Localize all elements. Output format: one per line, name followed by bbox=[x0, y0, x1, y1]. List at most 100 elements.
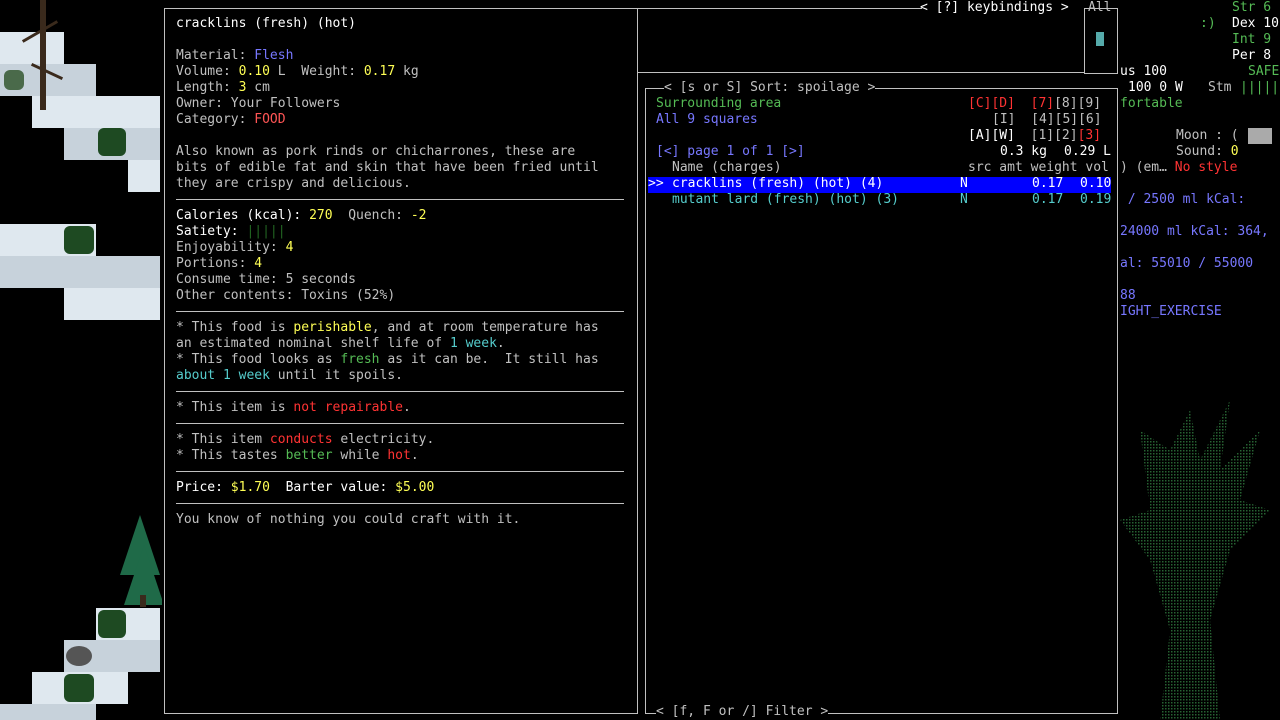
divider bbox=[176, 311, 624, 312]
item-row-volume: 0.10 bbox=[1080, 176, 1112, 191]
length-unit: cm bbox=[246, 80, 270, 95]
top-border bbox=[638, 8, 922, 9]
pine-trunk bbox=[140, 595, 146, 607]
barter-label: Barter value: bbox=[269, 480, 396, 495]
moon-label: Moon : ( bbox=[1176, 128, 1239, 143]
barter-value: $5.00 bbox=[395, 480, 435, 495]
style-value: No style bbox=[1174, 160, 1238, 175]
grid-cd[interactable]: [C][D] bbox=[968, 96, 1015, 111]
shrub bbox=[98, 610, 126, 638]
freshness-line: * This food looks as fresh as it can be.… bbox=[176, 352, 599, 368]
divider bbox=[176, 391, 624, 392]
status-line: us 100 bbox=[1120, 64, 1167, 79]
text: while bbox=[332, 448, 388, 463]
text: , and at room temperature has bbox=[371, 320, 599, 335]
divider bbox=[176, 471, 624, 472]
all-squares-label[interactable]: All 9 squares bbox=[656, 112, 758, 128]
stat-int: Int 9 bbox=[1232, 32, 1272, 47]
conducts-word: conducts bbox=[269, 432, 333, 447]
sound-label: Sound: bbox=[1176, 144, 1231, 159]
other-contents-line: Other contents: Toxins (52%) bbox=[176, 288, 396, 303]
satiety-label: Satiety: bbox=[176, 224, 247, 239]
length-label: Length: bbox=[176, 80, 239, 95]
divider bbox=[176, 503, 624, 504]
grid-aw[interactable]: [A][W] bbox=[968, 128, 1015, 143]
grid-12[interactable]: [1][2] bbox=[1031, 128, 1078, 143]
hot-word: hot bbox=[387, 448, 411, 463]
weight-value: 0.17 bbox=[363, 64, 396, 79]
length-line: Length: 3 cm bbox=[176, 80, 270, 96]
column-header-name: Name (charges) bbox=[672, 160, 782, 175]
snow-tile bbox=[32, 96, 160, 128]
spoil-time: about 1 week bbox=[176, 368, 270, 383]
snow-tile bbox=[64, 288, 160, 320]
grid-456[interactable]: [4][5][6] bbox=[1031, 112, 1101, 127]
shrub bbox=[98, 128, 126, 156]
text: * This tastes bbox=[176, 448, 286, 463]
filter-button[interactable]: < [f, F or /] Filter > bbox=[656, 704, 829, 720]
shrub bbox=[64, 674, 94, 702]
keybindings-button[interactable]: < [?] keybindings > bbox=[920, 0, 1069, 16]
page-indicator[interactable]: [<] page 1 of 1 [>] bbox=[656, 144, 805, 160]
item-row-volume: 0.19 bbox=[1080, 192, 1112, 207]
repair-line: * This item is not repairable. bbox=[176, 400, 411, 416]
consume-line: Consume time: 5 seconds bbox=[176, 272, 357, 287]
calories-label: Calories (kcal): bbox=[176, 208, 310, 223]
item-row-src: N bbox=[960, 176, 968, 191]
text: . bbox=[402, 400, 411, 415]
snow-tile bbox=[0, 704, 96, 720]
portions-line: Portions: 4 bbox=[176, 256, 262, 272]
text: * This item is bbox=[176, 400, 294, 415]
game-map[interactable] bbox=[0, 0, 162, 720]
category-label: Category: bbox=[176, 112, 255, 127]
shrub bbox=[64, 226, 94, 254]
hand-art-icon bbox=[1120, 400, 1270, 720]
direction-grid-row1[interactable]: [C][D] [7][8][9] bbox=[968, 96, 1101, 112]
satiety-bar: ||||| bbox=[246, 224, 286, 239]
shrub bbox=[4, 70, 24, 90]
sort-button[interactable]: < [s or S] Sort: spoilage > bbox=[664, 80, 876, 96]
sound-value: 0 bbox=[1230, 144, 1239, 159]
scroll-thumb[interactable] bbox=[1096, 32, 1104, 46]
volume-unit: L Weight: bbox=[269, 64, 364, 79]
enjoy-label: Enjoyability: bbox=[176, 240, 286, 255]
description-line: they are crispy and delicious. bbox=[176, 176, 411, 191]
grid-3[interactable]: [3] bbox=[1078, 128, 1101, 143]
text: an estimated nominal shelf life of bbox=[176, 336, 450, 351]
divider bbox=[176, 423, 624, 424]
not-repairable: not repairable bbox=[293, 400, 403, 415]
surrounding-area-label[interactable]: Surrounding area bbox=[656, 96, 781, 112]
shelf-life-line: an estimated nominal shelf life of 1 wee… bbox=[176, 336, 505, 352]
item-row-weight: 0.17 bbox=[1032, 192, 1064, 207]
snow-tile bbox=[128, 160, 160, 192]
grid-i[interactable]: [I] bbox=[992, 112, 1015, 127]
grid-89[interactable]: [8][9] bbox=[1054, 96, 1101, 111]
stamina-label: Stm bbox=[1208, 80, 1232, 95]
price-value: $1.70 bbox=[230, 480, 270, 495]
style-line: ) (em… No style bbox=[1120, 160, 1237, 176]
direction-grid-row2[interactable]: [I] [4][5][6] bbox=[992, 112, 1102, 128]
row-marker: >> bbox=[648, 176, 664, 191]
spoil-line: about 1 week until it spoils. bbox=[176, 368, 403, 384]
price-label: Price: bbox=[176, 480, 231, 495]
portions-label: Portions: bbox=[176, 256, 255, 271]
text: until it spoils. bbox=[269, 368, 403, 383]
material-line: Material: Flesh bbox=[176, 48, 293, 64]
direction-grid-row3[interactable]: [A][W] [1][2][3] bbox=[968, 128, 1101, 144]
text: * This food looks as bbox=[176, 352, 341, 367]
speed-line: 100 0 W bbox=[1128, 80, 1183, 95]
item-row-name[interactable]: mutant lard (fresh) (hot) (3) bbox=[672, 192, 899, 208]
item-row-name[interactable]: cracklins (fresh) (hot) (4) bbox=[672, 176, 883, 192]
mood-face: :) bbox=[1200, 16, 1216, 31]
kcal-line: 24000 ml kCal: 364, bbox=[1120, 224, 1269, 239]
safe-mode: SAFE bbox=[1248, 64, 1280, 79]
owner-line: Owner: Your Followers bbox=[176, 96, 341, 111]
dead-tree bbox=[40, 0, 46, 110]
shelf-life-value: 1 week bbox=[449, 336, 497, 351]
text: electricity. bbox=[332, 432, 435, 447]
stat-str: Str 6 bbox=[1232, 0, 1272, 15]
volume-label: Volume: bbox=[176, 64, 239, 79]
grid-7[interactable]: [7] bbox=[1031, 96, 1054, 111]
text: as it can be. It still has bbox=[379, 352, 599, 367]
perishable-line: * This food is perishable, and at room t… bbox=[176, 320, 599, 336]
